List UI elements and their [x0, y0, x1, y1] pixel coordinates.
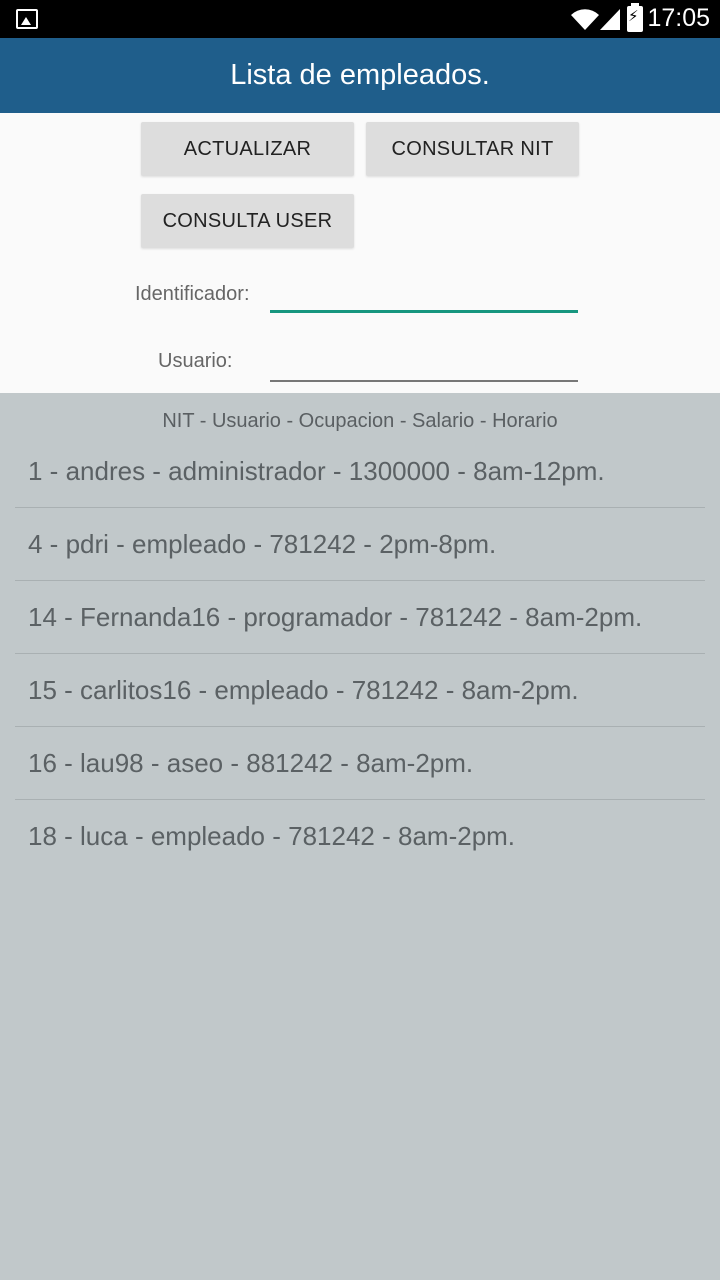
- identificador-input[interactable]: [270, 273, 578, 313]
- form-area: ACTUALIZAR CONSULTAR NIT CONSULTA USER I…: [0, 113, 720, 393]
- actualizar-button[interactable]: ACTUALIZAR: [141, 122, 354, 176]
- list-header: NIT - Usuario - Ocupacion - Salario - Ho…: [162, 410, 558, 432]
- employee-list: 1 - andres - administrador - 1300000 - 8…: [15, 435, 705, 873]
- signal-icon: [600, 9, 620, 30]
- identificador-label: Identificador:: [135, 283, 250, 305]
- list-item[interactable]: 16 - lau98 - aseo - 881242 - 8am-2pm.: [15, 727, 705, 800]
- list-item[interactable]: 1 - andres - administrador - 1300000 - 8…: [15, 435, 705, 508]
- consultar-nit-button[interactable]: CONSULTAR NIT: [366, 122, 579, 176]
- list-item[interactable]: 14 - Fernanda16 - programador - 781242 -…: [15, 581, 705, 654]
- wifi-icon: [571, 9, 599, 31]
- status-bar: 17:05: [0, 0, 720, 38]
- usuario-label: Usuario:: [158, 350, 233, 372]
- list-item[interactable]: 15 - carlitos16 - empleado - 781242 - 8a…: [15, 654, 705, 727]
- clock: 17:05: [647, 4, 710, 32]
- list-item[interactable]: 18 - luca - empleado - 781242 - 8am-2pm.: [15, 800, 705, 873]
- usuario-input[interactable]: [270, 342, 578, 382]
- page-title: Lista de empleados.: [230, 59, 490, 91]
- app-bar: Lista de empleados.: [0, 38, 720, 113]
- consulta-user-button[interactable]: CONSULTA USER: [141, 194, 354, 248]
- list-item[interactable]: 4 - pdri - empleado - 781242 - 2pm-8pm.: [15, 508, 705, 581]
- battery-charging-icon: [627, 3, 643, 32]
- image-icon: [16, 9, 38, 29]
